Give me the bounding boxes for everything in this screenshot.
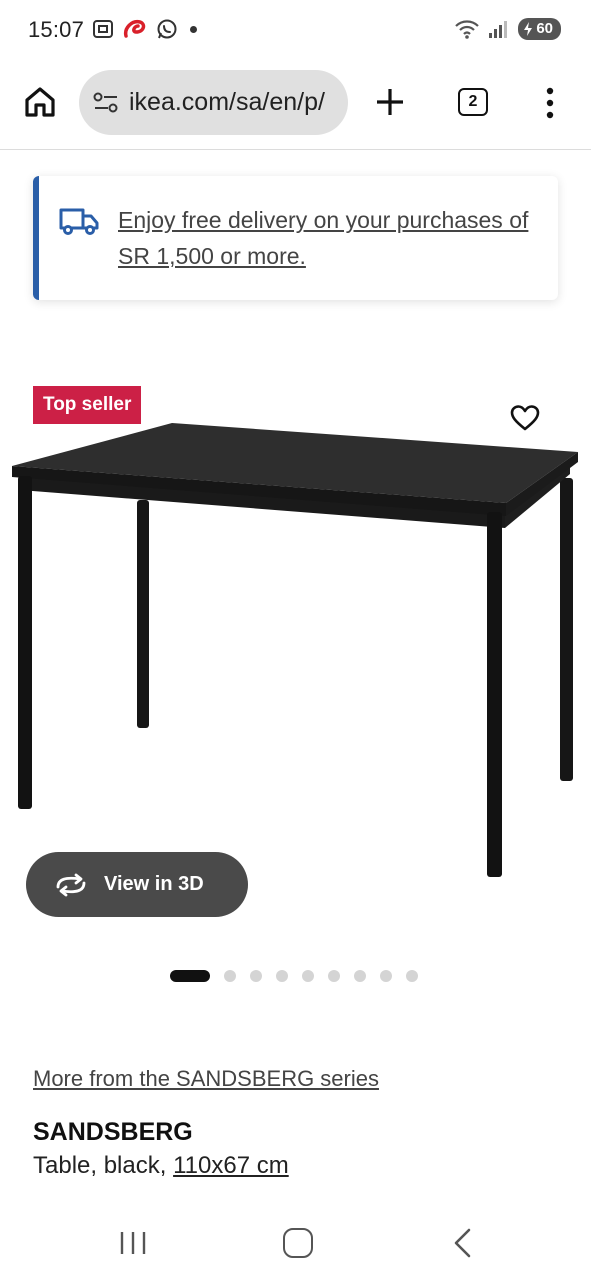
wifi-icon — [455, 20, 480, 39]
site-settings-icon[interactable] — [93, 91, 119, 115]
carousel-dot[interactable] — [250, 970, 262, 982]
tab-switcher-button[interactable]: 2 — [458, 88, 488, 116]
whatsapp-icon — [157, 19, 177, 39]
nav-home-icon[interactable] — [283, 1228, 313, 1258]
carousel-dot[interactable] — [276, 970, 288, 982]
product-image[interactable] — [0, 340, 591, 940]
top-seller-badge: Top seller — [33, 386, 142, 424]
battery-icon: 60 — [518, 18, 561, 40]
carousel-dot[interactable] — [406, 970, 418, 982]
status-notification-icons — [92, 18, 197, 40]
address-bar[interactable]: ikea.com/sa/en/p/ — [79, 70, 348, 135]
view-in-3d-button[interactable]: View in 3D — [26, 852, 248, 917]
system-navigation-bar — [0, 1205, 591, 1280]
status-bar: 15:07 60 — [0, 0, 591, 60]
airtel-icon — [123, 19, 146, 38]
signal-icon — [489, 21, 508, 38]
product-size-link[interactable]: 110x67 cm — [173, 1152, 289, 1179]
recent-apps-icon[interactable] — [118, 1230, 148, 1256]
screenshot-icon — [93, 20, 113, 38]
image-carousel-indicator — [170, 970, 418, 982]
delivery-banner[interactable]: Enjoy free delivery on your purchases of… — [33, 176, 558, 300]
status-more-dot — [190, 25, 197, 33]
series-link[interactable]: More from the SANDSBERG series — [33, 1066, 379, 1092]
url-text[interactable]: ikea.com/sa/en/p/ — [129, 88, 325, 117]
status-system-icons: 60 — [454, 18, 561, 40]
more-vert-icon[interactable] — [540, 86, 560, 120]
home-icon[interactable] — [22, 84, 58, 120]
view-in-3d-label: View in 3D — [104, 873, 204, 895]
carousel-dot[interactable] — [302, 970, 314, 982]
delivery-link[interactable]: Enjoy free delivery on your purchases of… — [118, 202, 538, 274]
carousel-dot[interactable] — [224, 970, 236, 982]
carousel-dot[interactable] — [170, 970, 210, 982]
new-tab-icon[interactable] — [372, 84, 408, 120]
product-type-colour: Table, black, — [33, 1152, 174, 1179]
carousel-dot[interactable] — [328, 970, 340, 982]
status-time: 15:07 — [28, 17, 85, 42]
heart-icon — [510, 405, 540, 431]
carousel-dot[interactable] — [380, 970, 392, 982]
banner-accent — [33, 176, 39, 300]
product-description: Table, black, 110x67 cm — [33, 1152, 289, 1180]
carousel-dot[interactable] — [354, 970, 366, 982]
battery-level: 60 — [536, 20, 553, 37]
truck-icon — [59, 208, 99, 235]
back-icon[interactable] — [450, 1227, 476, 1259]
favourite-button[interactable] — [505, 398, 545, 438]
rotate-3d-icon — [56, 873, 86, 896]
browser-toolbar: ikea.com/sa/en/p/ 2 — [0, 60, 591, 150]
product-name: SANDSBERG — [33, 1118, 193, 1146]
